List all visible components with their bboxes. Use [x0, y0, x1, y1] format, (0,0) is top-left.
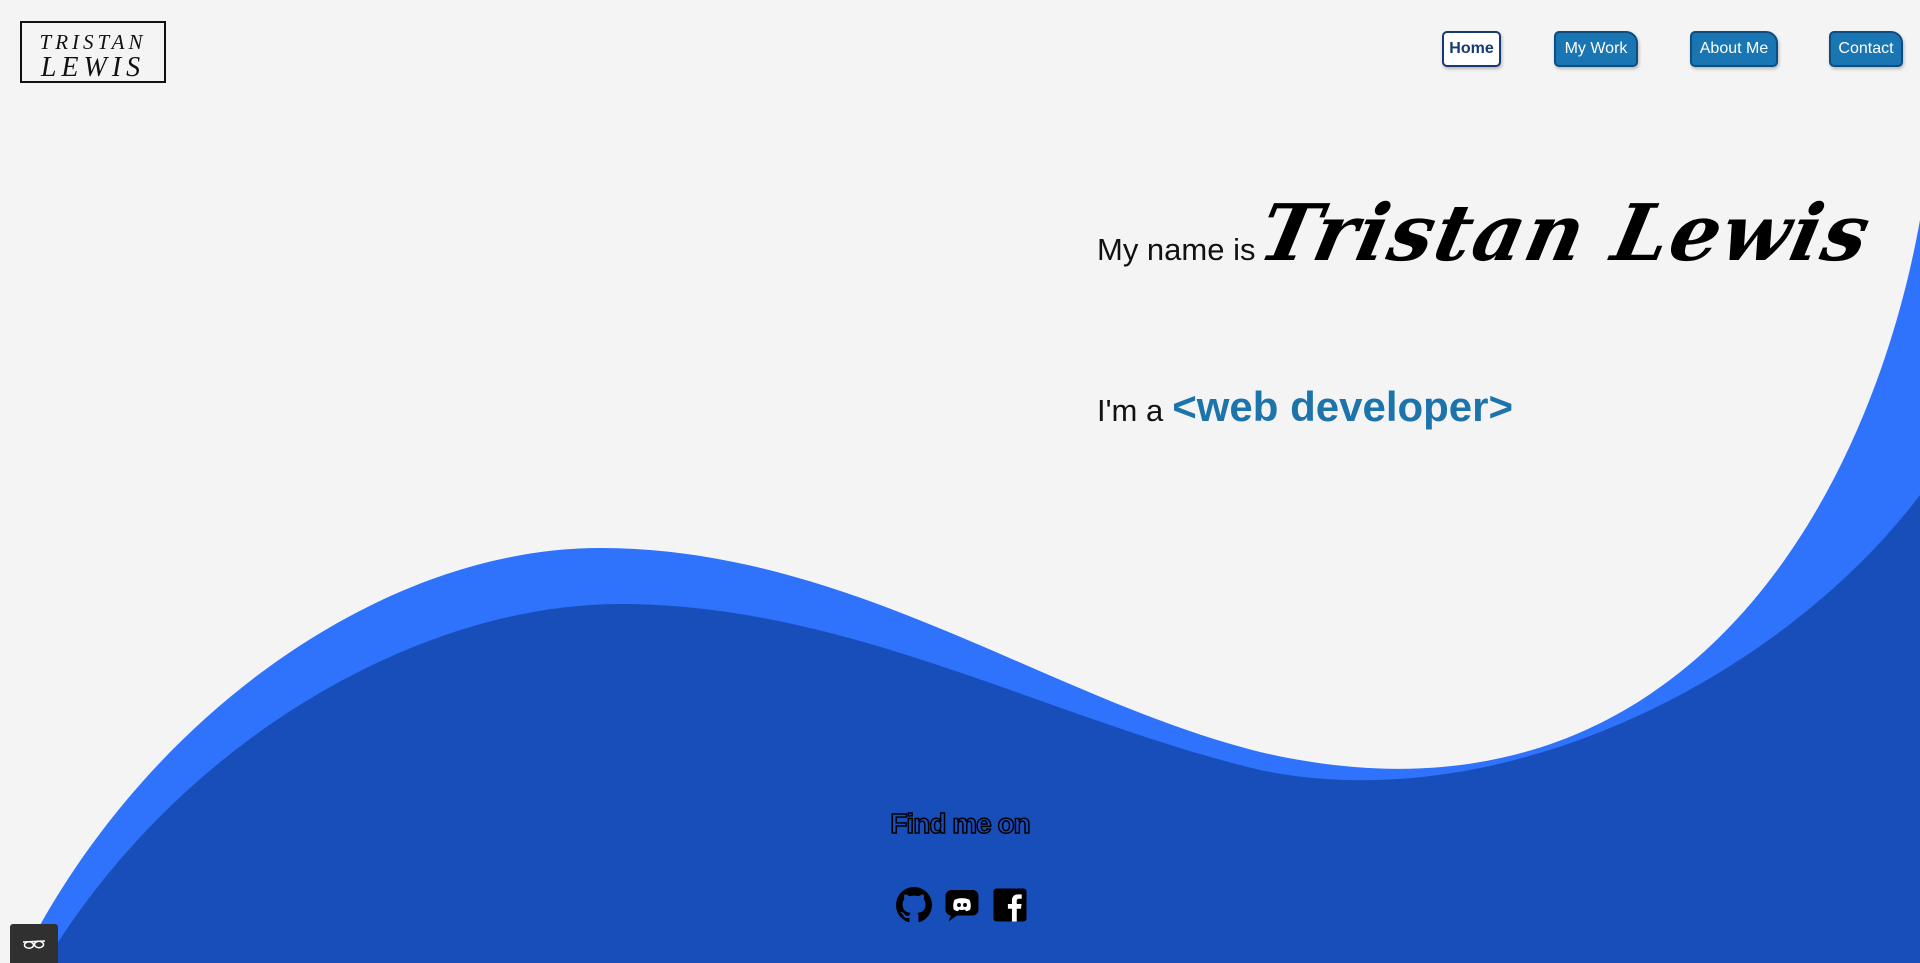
- name-prefix: My name is: [1097, 232, 1256, 267]
- nav-about-me-button[interactable]: About Me: [1690, 31, 1778, 67]
- github-icon[interactable]: [896, 887, 932, 923]
- name-line: My name is Tristan Lewis: [1097, 188, 1880, 285]
- glasses-icon: [22, 939, 46, 949]
- find-me-heading: Find me on: [890, 807, 1032, 840]
- site-logo[interactable]: TRISTAN LEWIS: [20, 21, 166, 83]
- nav-home-button[interactable]: Home: [1442, 31, 1501, 67]
- discord-icon[interactable]: [944, 887, 980, 923]
- logo-line-last: LEWIS: [40, 52, 146, 83]
- social-links: [896, 887, 1028, 923]
- role-prefix: I'm a: [1097, 393, 1164, 428]
- accessibility-widget-button[interactable]: [10, 924, 58, 963]
- role-line: I'm a <web developer>: [1097, 383, 1513, 431]
- name-signature: Tristan Lewis: [1251, 188, 1880, 279]
- logo-line-first: TRISTAN: [39, 30, 147, 54]
- role-text: <web developer>: [1172, 383, 1514, 430]
- facebook-icon[interactable]: [992, 887, 1028, 923]
- nav-contact-button[interactable]: Contact: [1829, 31, 1903, 67]
- nav-my-work-button[interactable]: My Work: [1554, 31, 1638, 67]
